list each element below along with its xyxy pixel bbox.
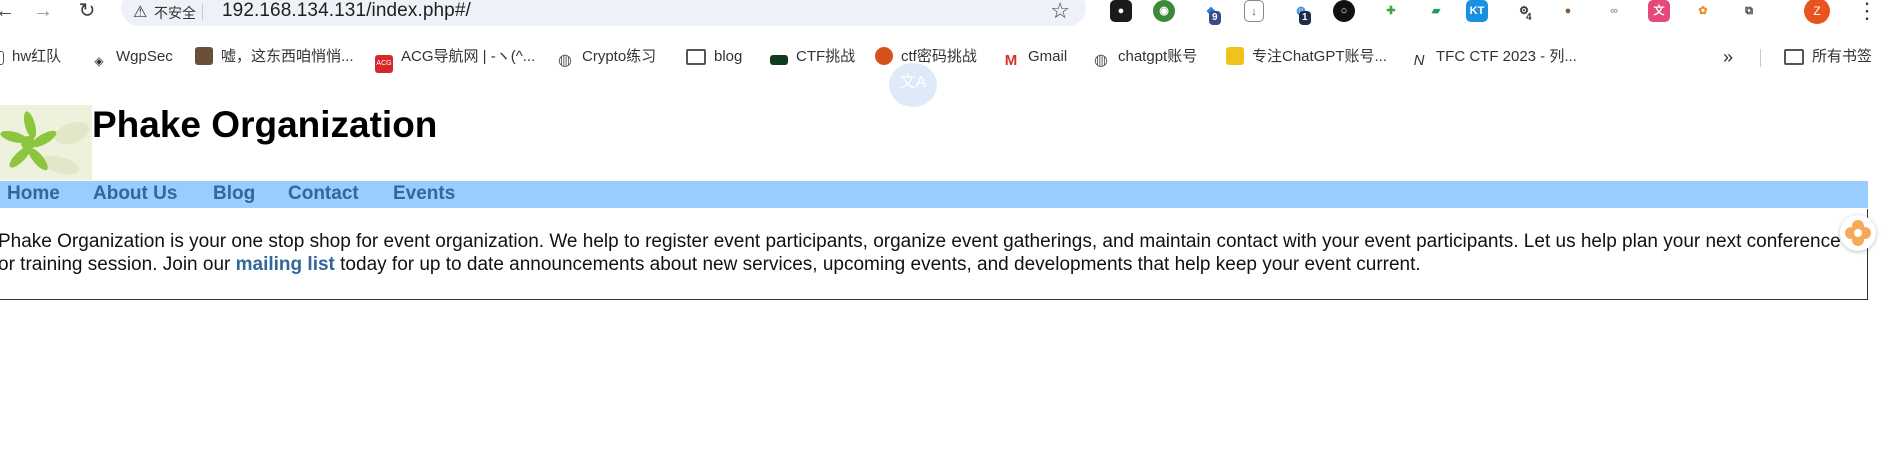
- bookmark-item[interactable]: hw红队: [0, 43, 61, 71]
- nav-events[interactable]: Events: [393, 183, 455, 205]
- bookmark-item[interactable]: CTF挑战: [770, 43, 855, 71]
- browser-toolbar: ← → ↻ ⚠ 不安全 192.168.134.131/index.php#/ …: [0, 0, 1890, 26]
- bookmark-label: hw红队: [12, 48, 62, 65]
- site-logo: [0, 105, 92, 180]
- bookmark-label: blog: [714, 48, 743, 65]
- bookmark-label: Crypto练习: [582, 48, 657, 65]
- main-content: Phake Organization is your one stop shop…: [0, 209, 1868, 300]
- bookmark-item[interactable]: ◈ WgpSec: [90, 43, 173, 71]
- notion-icon: N: [1413, 52, 1425, 69]
- nav-home[interactable]: Home: [7, 183, 60, 205]
- extension-badge-5: 1: [1299, 11, 1311, 25]
- extension-badge-10: 4: [1526, 12, 1532, 23]
- bookmark-star-icon[interactable]: ☆: [1050, 0, 1070, 24]
- bookmarks-bar: hw红队 ◈ WgpSec 嘘，这东西咱悄悄... ACG ACG导航网 | -ヽ(…: [0, 43, 1890, 73]
- url-text[interactable]: 192.168.134.131/index.php#/: [222, 0, 471, 22]
- extension-icon-2[interactable]: ◉: [1153, 0, 1175, 22]
- bookmark-label: 专注ChatGPT账号...: [1252, 48, 1388, 65]
- extension-icon-12[interactable]: ∞: [1603, 0, 1625, 22]
- ctf-crypto-icon: [875, 47, 893, 65]
- bookmark-item[interactable]: ◍ Crypto练习: [556, 43, 656, 71]
- bookmark-label: chatgpt账号: [1118, 48, 1198, 65]
- reload-icon[interactable]: ↻: [74, 0, 100, 24]
- bookmark-folder[interactable]: blog: [686, 43, 742, 71]
- bookmark-item[interactable]: M Gmail: [1002, 43, 1067, 71]
- intro-text-end: today for up to date announcements about…: [334, 254, 1421, 275]
- security-label[interactable]: 不安全: [154, 3, 196, 23]
- assistant-widget[interactable]: [1840, 215, 1876, 251]
- globe-icon: ◍: [558, 52, 572, 69]
- flower-icon: [1845, 220, 1871, 246]
- menu-kebab-icon[interactable]: ⋮: [1856, 0, 1878, 24]
- site-title: Phake Organization: [92, 104, 438, 145]
- acg-icon: ACG: [375, 55, 393, 73]
- profile-avatar[interactable]: Z: [1804, 0, 1830, 24]
- bookmark-label: 嘘，这东西咱悄悄...: [221, 48, 354, 65]
- mailing-list-link[interactable]: mailing list: [236, 254, 335, 275]
- back-icon[interactable]: ←: [0, 0, 18, 24]
- folder-icon: [686, 49, 706, 65]
- bookmark-item[interactable]: 专注ChatGPT账号...: [1226, 43, 1387, 71]
- bookmark-label: CTF挑战: [796, 48, 856, 65]
- gmail-icon: M: [1004, 52, 1018, 69]
- nav-about-us[interactable]: About Us: [93, 183, 177, 205]
- extension-icon-6[interactable]: ○: [1333, 0, 1355, 22]
- warning-icon[interactable]: ⚠: [133, 2, 147, 22]
- site-nav: Home About Us Blog Contact Events: [0, 181, 1868, 208]
- wolf-icon: ◈: [94, 54, 104, 68]
- extension-icon-8[interactable]: ▰: [1425, 0, 1447, 22]
- all-bookmarks-label: 所有书签: [1812, 48, 1873, 65]
- chatgpt-shop-icon: [1226, 47, 1244, 65]
- image-icon: [195, 47, 213, 65]
- nav-blog[interactable]: Blog: [213, 183, 255, 205]
- address-bar[interactable]: ⚠ 不安全 192.168.134.131/index.php#/ ☆: [121, 0, 1086, 26]
- extension-badge-3: 9: [1209, 11, 1221, 25]
- cookie-icon[interactable]: ●: [1557, 0, 1579, 22]
- all-bookmarks-button[interactable]: 所有书签: [1784, 43, 1872, 71]
- forward-icon[interactable]: →: [30, 0, 56, 24]
- bookmark-item[interactable]: ◍ chatgpt账号: [1092, 43, 1197, 71]
- nav-contact[interactable]: Contact: [288, 183, 359, 205]
- extension-icon-14[interactable]: ✿: [1692, 0, 1714, 22]
- leaf-logo-icon: [0, 105, 92, 180]
- bookmark-label: ACG导航网 | -ヽ(^...: [401, 48, 536, 65]
- bookmark-label: TFC CTF 2023 - 列...: [1436, 48, 1577, 65]
- ctf-icon: [770, 55, 788, 65]
- intro-paragraph: Phake Organization is your one stop shop…: [0, 230, 1858, 276]
- bookmark-label: WgpSec: [116, 48, 173, 65]
- bookmark-item[interactable]: ACG ACG导航网 | -ヽ(^...: [375, 43, 536, 73]
- bookmarks-overflow-button[interactable]: »: [1723, 43, 1733, 71]
- bookmark-item[interactable]: N TFC CTF 2023 - 列...: [1410, 43, 1577, 71]
- extension-icon-1[interactable]: ●: [1110, 0, 1132, 22]
- extension-icon-kt[interactable]: KT: [1466, 0, 1488, 22]
- page-icon: [0, 51, 4, 65]
- bookmarks-divider: [1760, 49, 1761, 67]
- extensions-puzzle-icon[interactable]: ⧉: [1738, 0, 1760, 22]
- extension-icon-7[interactable]: ✚: [1380, 0, 1402, 22]
- translate-extension-icon[interactable]: 文: [1648, 0, 1670, 22]
- bookmark-item[interactable]: 嘘，这东西咱悄悄...: [195, 43, 354, 71]
- folder-icon: [1784, 49, 1804, 65]
- bookmark-label: Gmail: [1028, 48, 1068, 65]
- translate-bubble[interactable]: 文A: [889, 63, 937, 107]
- extension-icon-4[interactable]: ↓: [1244, 0, 1264, 22]
- globe-icon: ◍: [1094, 52, 1108, 69]
- address-divider: [202, 4, 203, 20]
